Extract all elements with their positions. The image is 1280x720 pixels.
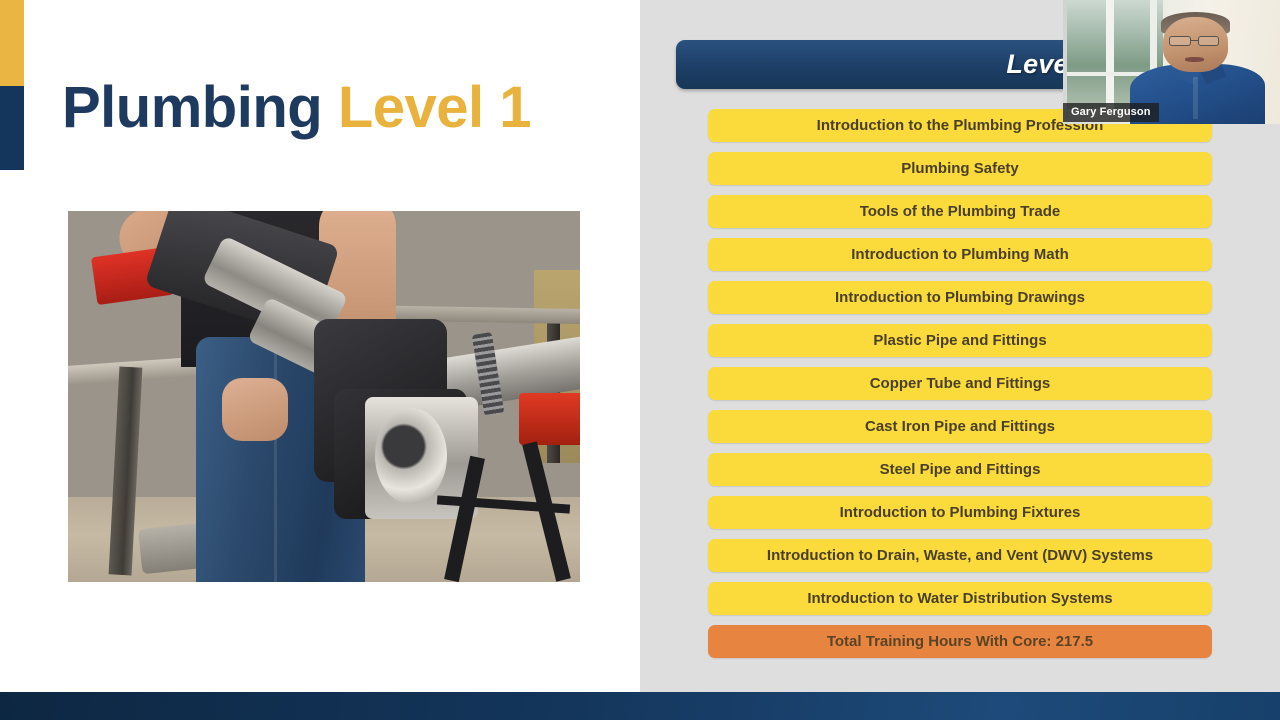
photo-red-vise bbox=[518, 392, 580, 445]
webcam-overlay[interactable]: Gary Ferguson bbox=[1063, 0, 1280, 124]
module-item[interactable]: Plumbing Safety bbox=[708, 152, 1212, 185]
presentation-screen: Plumbing Level 1 Level Introduction to t… bbox=[0, 0, 1280, 720]
photo-illustration bbox=[68, 211, 580, 582]
webcam-speaker-mouth bbox=[1184, 57, 1205, 62]
module-item[interactable]: Copper Tube and Fittings bbox=[708, 367, 1212, 400]
glasses-icon bbox=[1197, 35, 1220, 46]
photo-fitting-bore bbox=[375, 407, 447, 505]
page-title-primary: Plumbing bbox=[62, 75, 323, 140]
glasses-bridge bbox=[1191, 39, 1198, 42]
total-training-hours-bar: Total Training Hours With Core: 217.5 bbox=[708, 625, 1212, 658]
webcam-window-mullion bbox=[1106, 0, 1114, 110]
module-item[interactable]: Introduction to Plumbing Fixtures bbox=[708, 496, 1212, 529]
module-item[interactable]: Introduction to Plumbing Math bbox=[708, 238, 1212, 271]
bottom-bar bbox=[0, 692, 1280, 720]
module-item[interactable]: Cast Iron Pipe and Fittings bbox=[708, 410, 1212, 443]
module-item[interactable]: Steel Pipe and Fittings bbox=[708, 453, 1212, 486]
photo-worker-hand bbox=[221, 377, 289, 441]
page-title: Plumbing Level 1 bbox=[62, 75, 532, 140]
module-item[interactable]: Introduction to Drain, Waste, and Vent (… bbox=[708, 539, 1212, 572]
glasses-icon bbox=[1169, 35, 1192, 46]
webcam-speaker-placket bbox=[1193, 76, 1199, 120]
module-item[interactable]: Tools of the Plumbing Trade bbox=[708, 195, 1212, 228]
page-title-accent: Level 1 bbox=[337, 75, 532, 140]
module-item[interactable]: Introduction to Plumbing Drawings bbox=[708, 281, 1212, 314]
accent-bar-gold bbox=[0, 0, 24, 86]
slide-photo bbox=[68, 211, 580, 582]
slide-left-panel: Plumbing Level 1 bbox=[0, 0, 640, 692]
webcam-participant-name: Gary Ferguson bbox=[1063, 103, 1159, 122]
module-item[interactable]: Plastic Pipe and Fittings bbox=[708, 324, 1212, 357]
accent-bar-navy bbox=[0, 86, 24, 170]
module-list: Introduction to the Plumbing Profession … bbox=[708, 109, 1212, 668]
module-item[interactable]: Introduction to Water Distribution Syste… bbox=[708, 582, 1212, 615]
